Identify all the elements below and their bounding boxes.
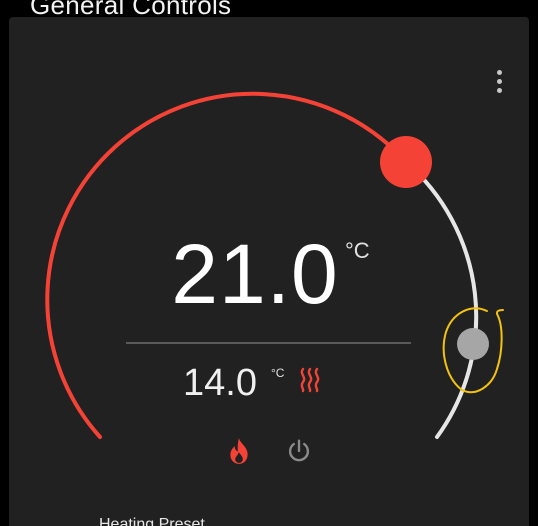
target-temperature-unit: °C (345, 238, 370, 263)
target-temperature: 21.0 (171, 227, 339, 321)
current-temperature-unit: °C (271, 366, 285, 380)
menu-dot (496, 69, 502, 75)
divider (126, 342, 411, 344)
flame-icon[interactable] (226, 437, 252, 465)
power-icon[interactable] (286, 438, 312, 464)
target-temperature-handle[interactable] (380, 136, 432, 188)
preset-label: Heating Preset (99, 516, 205, 526)
heat-waves-icon (300, 367, 320, 393)
low-temperature-handle[interactable] (457, 328, 489, 360)
menu-dot (496, 78, 502, 84)
more-vert-icon[interactable] (488, 66, 510, 96)
screen: General Controls 21.0 °C 14.0 °C Heating… (0, 0, 538, 526)
current-temperature: 14.0 (183, 362, 257, 404)
menu-dot (496, 87, 502, 93)
